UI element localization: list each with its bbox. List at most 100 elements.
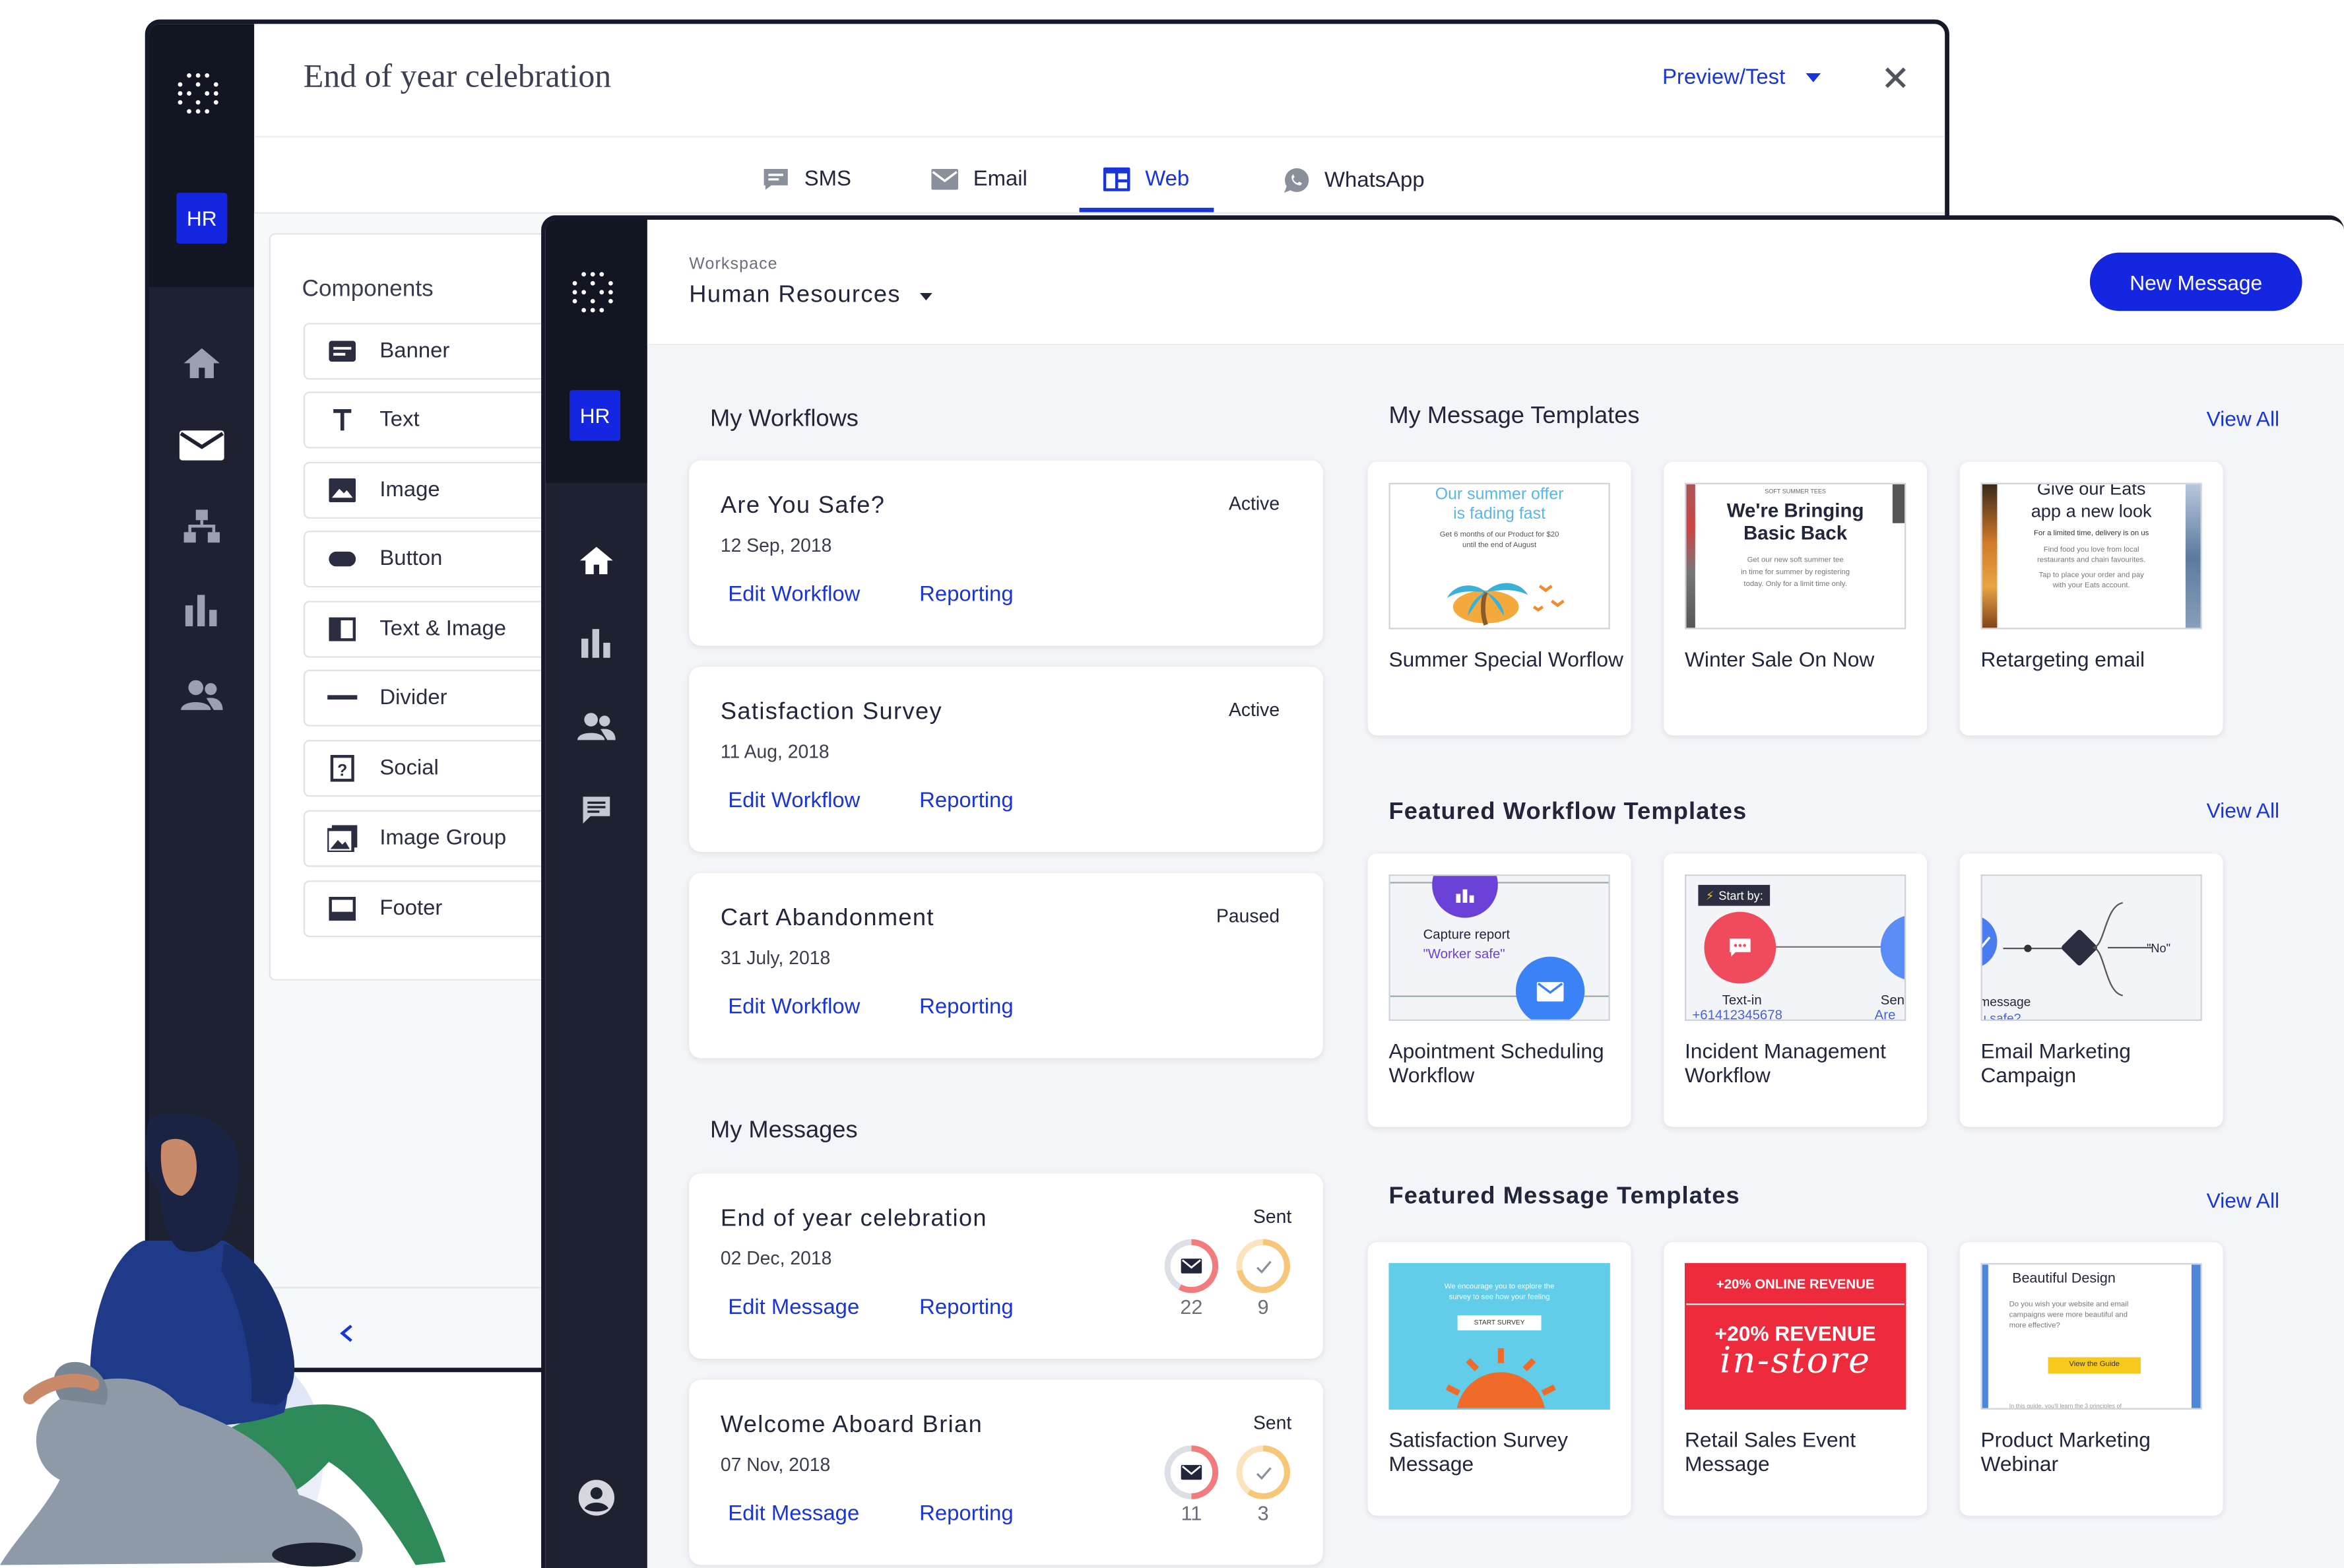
template-thumbnail: +20% ONLINE REVENUE +20% REVENUE in-stor…	[1684, 1262, 1906, 1410]
workflow-card[interactable]: Cart Abandonment Paused 31 July, 2018 Ed…	[689, 872, 1323, 1059]
node-value: +61412345678	[1692, 1007, 1782, 1021]
profile-icon[interactable]	[578, 1480, 615, 1523]
check-icon	[1255, 1260, 1271, 1273]
whatsapp-icon	[1284, 168, 1309, 193]
template-card[interactable]: Beautiful Design Do you wish your websit…	[1959, 1242, 2223, 1516]
message-card[interactable]: End of year celebration Sent 02 Dec, 201…	[689, 1173, 1323, 1359]
thumb-body-2: until the end of August	[1462, 540, 1537, 550]
opened-count: 9	[1257, 1295, 1269, 1319]
components-title: Components	[302, 277, 434, 302]
component-banner[interactable]: Banner	[303, 323, 567, 380]
home-icon[interactable]	[579, 544, 614, 584]
thumb-eyebrow: SOFT SUMMER TEES	[1765, 487, 1827, 495]
component-footer[interactable]: Footer	[303, 880, 567, 938]
thumb-headline-2: is fading fast	[1453, 505, 1546, 523]
view-guide-button: View the Guide	[2048, 1357, 2141, 1374]
home-icon[interactable]	[182, 345, 221, 389]
component-text[interactable]: Text	[303, 391, 567, 449]
preview-test-dropdown[interactable]: Preview/Test	[1662, 66, 1821, 90]
workflow-status: Active	[1228, 493, 1280, 515]
page-title: End of year celebration	[303, 57, 612, 94]
message-name: Welcome Aboard Brian	[720, 1412, 983, 1438]
reporting-link[interactable]: Reporting	[919, 789, 1013, 813]
message-card[interactable]: Welcome Aboard Brian Sent 07 Nov, 2018 E…	[689, 1379, 1323, 1565]
component-divider[interactable]: Divider	[303, 669, 567, 727]
tab-email[interactable]: Email	[931, 168, 1027, 191]
component-button-label: Button	[379, 546, 443, 572]
component-social[interactable]: ? Social	[303, 740, 567, 797]
sent-count: 11	[1181, 1502, 1202, 1525]
thumb-body: We encourage you to explore the	[1444, 1282, 1555, 1291]
front-sidebar: HR	[545, 219, 647, 1568]
template-name: Apointment Scheduling Workflow	[1388, 1039, 1604, 1087]
reports-icon[interactable]	[184, 592, 220, 636]
template-thumbnail: We encourage you to explore the survey t…	[1388, 1262, 1610, 1410]
messages-icon[interactable]	[581, 795, 611, 833]
template-card[interactable]: +20% ONLINE REVENUE +20% REVENUE in-stor…	[1664, 1242, 1927, 1516]
workflow-card[interactable]: Satisfaction Survey Active 11 Aug, 2018 …	[689, 667, 1323, 853]
component-banner-label: Banner	[379, 339, 450, 364]
workspace-name: Human Resources	[689, 282, 901, 308]
tab-sms[interactable]: SMS	[762, 168, 851, 191]
text-image-icon	[329, 617, 356, 641]
template-name: Winter Sale On Now	[1684, 647, 1875, 671]
workflow-icon[interactable]	[182, 508, 221, 552]
logo-icon	[572, 272, 613, 313]
reports-icon[interactable]	[579, 626, 614, 667]
template-card[interactable]: We encourage you to explore the survey t…	[1367, 1242, 1631, 1516]
workflow-template-card[interactable]: ⚡ Start by: Text-in +61412345678 Send Ar…	[1664, 853, 1927, 1127]
reporting-link[interactable]: Reporting	[919, 995, 1013, 1019]
template-name: Email Marketing Campaign	[1980, 1039, 2131, 1087]
view-all-link[interactable]: View All	[2207, 1189, 2280, 1212]
contacts-icon[interactable]	[181, 678, 223, 719]
edit-workflow-link[interactable]: Edit Workflow	[728, 583, 860, 606]
thumb-body-2: Find food you love from local	[2043, 545, 2139, 555]
edit-message-link[interactable]: Edit Message	[728, 1502, 859, 1526]
new-message-button[interactable]: New Message	[2089, 252, 2302, 311]
thumb-body-4: Tap to place your order and pay	[2038, 571, 2144, 580]
reporting-link[interactable]: Reporting	[919, 1296, 1013, 1320]
tab-web-underline	[1079, 207, 1214, 212]
component-image[interactable]: Image	[303, 461, 567, 519]
template-name: Retail Sales Event Message	[1684, 1427, 1856, 1476]
component-button[interactable]: Button	[303, 531, 567, 588]
tab-whatsapp[interactable]: WhatsApp	[1283, 168, 1425, 195]
edit-message-link[interactable]: Edit Message	[728, 1296, 859, 1320]
view-all-link[interactable]: View All	[2207, 407, 2280, 430]
template-card[interactable]: SOFT SUMMER TEES We're Bringing Basic Ba…	[1664, 461, 1927, 736]
edit-workflow-link[interactable]: Edit Workflow	[728, 995, 860, 1019]
divider-icon	[327, 695, 358, 700]
workflow-template-card[interactable]: Capture report "Worker safe" Apointment …	[1367, 853, 1631, 1127]
start-survey-button: START SURVEY	[1457, 1315, 1542, 1330]
thumb-body-2: campaigns were more beautiful and	[2009, 1311, 2128, 1320]
workspace-badge[interactable]: HR	[176, 193, 228, 244]
workflow-status: Paused	[1216, 905, 1280, 927]
mail-icon[interactable]	[179, 428, 224, 471]
message-status: Sent	[1253, 1206, 1292, 1227]
edit-workflow-link[interactable]: Edit Workflow	[728, 789, 860, 813]
thumb-headline: Give our Eats	[2036, 482, 2146, 500]
component-text-image[interactable]: Text & Image	[303, 601, 567, 658]
image-icon	[329, 478, 356, 503]
thumb-body: Do you wish your website and email	[2009, 1300, 2129, 1310]
node-value: u safe?	[1980, 1010, 2021, 1021]
start-by-badge: ⚡ Start by:	[1698, 884, 1771, 906]
reporting-link[interactable]: Reporting	[919, 583, 1013, 606]
envelope-icon	[1181, 1464, 1202, 1480]
components-panel: Components Banner Text Image Button Text…	[269, 233, 568, 981]
front-header: Workspace Human Resources New Message	[647, 219, 2344, 346]
workflow-template-card[interactable]: "No" message u safe? Email Marketing Cam…	[1959, 853, 2223, 1127]
template-card[interactable]: Give our Eats app a new look For a limit…	[1959, 461, 2223, 736]
tab-web[interactable]: Web	[1103, 167, 1189, 191]
view-all-link[interactable]: View All	[2207, 799, 2280, 822]
reporting-link[interactable]: Reporting	[919, 1502, 1013, 1526]
workflow-date: 11 Aug, 2018	[720, 741, 830, 763]
template-card[interactable]: Our summer offer is fading fast Get 6 mo…	[1367, 461, 1631, 736]
close-icon[interactable]	[1883, 66, 1907, 98]
contacts-icon[interactable]	[577, 711, 616, 749]
workflow-card[interactable]: Are You Safe? Active 12 Sep, 2018 Edit W…	[689, 460, 1323, 646]
workspace-selector[interactable]: Human Resources	[689, 282, 932, 310]
text-icon	[333, 409, 352, 431]
workspace-badge[interactable]: HR	[570, 390, 621, 441]
component-image-group[interactable]: Image Group	[303, 810, 567, 867]
